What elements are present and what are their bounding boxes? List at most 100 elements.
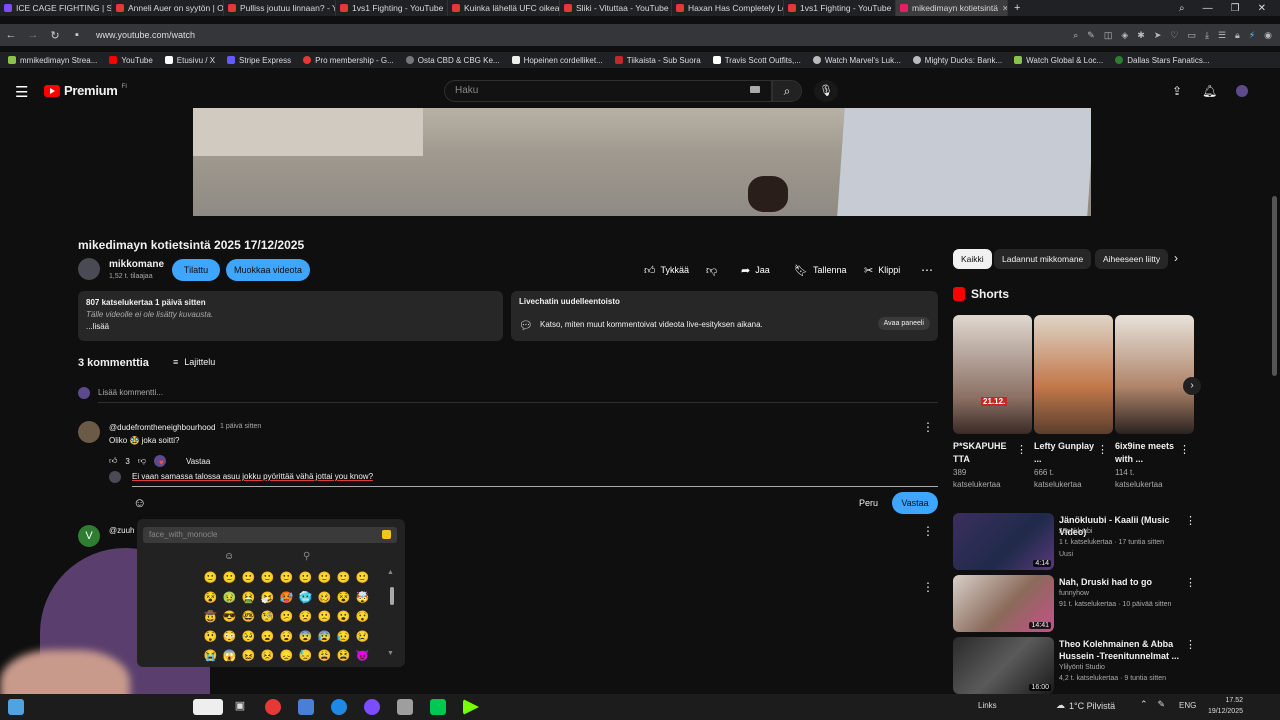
emoji-cell[interactable]: 😧 — [277, 630, 296, 650]
heart-icon[interactable]: ♡ — [1170, 30, 1178, 41]
emoji-cell[interactable]: 🙂 — [239, 571, 258, 591]
channel-avatar[interactable] — [78, 258, 100, 280]
browser-tab[interactable]: Sliki - Vituttaa - YouTube — [560, 0, 672, 16]
more-actions-button[interactable]: ⋯ — [921, 259, 933, 281]
short-thumbnail[interactable]: 21.12. — [953, 315, 1032, 434]
emoji-cell[interactable]: 😈 — [353, 649, 372, 667]
extension-icon[interactable]: ✱ — [1137, 30, 1145, 41]
pin-category-icon[interactable]: ⚲ — [303, 551, 310, 562]
emoji-cell[interactable]: 😕 — [277, 610, 296, 630]
youtube-premium-logo[interactable]: Premium FI — [44, 83, 127, 98]
bookmark-item[interactable]: YouTube — [109, 56, 153, 65]
emoji-cell[interactable]: 😓 — [296, 649, 315, 667]
minimize-icon[interactable]: — — [1203, 3, 1213, 14]
keyboard-icon[interactable] — [750, 86, 760, 93]
video-channel[interactable]: Jänökluubi — [1059, 528, 1092, 535]
forward-icon[interactable]: → — [22, 29, 44, 41]
emoji-scrollbar[interactable] — [390, 587, 394, 605]
browser-tab[interactable]: ICE CAGE FIGHTING | Sun — [0, 0, 112, 16]
channel-name[interactable]: mikkomane — [109, 259, 164, 270]
upload-icon[interactable]: ⇪ — [1172, 84, 1182, 98]
comment-time[interactable]: 1 päivä sitten — [220, 423, 261, 430]
emoji-cell[interactable]: 🙂 — [296, 571, 315, 591]
bookmark-item[interactable]: Stripe Express — [227, 56, 291, 65]
description-box[interactable]: 807 katselukertaa 1 päivä sitten Tälle v… — [78, 291, 503, 341]
emoji-cell[interactable]: 🙂 — [353, 571, 372, 591]
emoji-cell[interactable]: 😎 — [220, 610, 239, 630]
emoji-cell[interactable]: 😲 — [201, 630, 220, 650]
browser-tab[interactable]: 1vs1 Fighting - YouTube — [784, 0, 896, 16]
chip-uploaded-by[interactable]: Ladannut mikkomane — [994, 249, 1092, 269]
emoji-cell[interactable]: 😞 — [277, 649, 296, 667]
emoji-cell[interactable]: 🙂 — [315, 571, 334, 591]
emoji-icon[interactable]: ☺ — [133, 495, 146, 510]
bookmark-item[interactable]: Dallas Stars Fanatics... — [1115, 56, 1209, 65]
comment-more-icon[interactable]: ⋮ — [922, 580, 934, 594]
emoji-search-input[interactable]: face_with_monocle — [143, 527, 397, 543]
video-title[interactable]: Nah, Druski had to go — [1059, 576, 1184, 588]
bookmark-item[interactable]: Watch Global & Loc... — [1014, 56, 1103, 65]
page-scrollbar[interactable] — [1272, 196, 1277, 376]
bookmark-item[interactable]: Travis Scott Outfits,... — [712, 56, 801, 65]
chevron-right-icon[interactable]: › — [1183, 377, 1201, 395]
emoji-cell[interactable]: 😩 — [315, 649, 334, 667]
search-icon[interactable]: ⌕ — [1073, 30, 1078, 41]
video-player[interactable] — [193, 108, 1091, 216]
scroll-down-icon[interactable]: ▼ — [387, 650, 394, 657]
comment-author[interactable]: @dudefromtheneighbourhood — [109, 423, 215, 432]
creator-heart-icon[interactable] — [153, 455, 166, 467]
search-button[interactable]: ⌕ — [772, 80, 802, 102]
sort-button[interactable]: ≡ Lajittelu — [173, 357, 215, 367]
reload-icon[interactable]: ↻ — [44, 29, 66, 42]
comment-avatar[interactable] — [78, 421, 100, 443]
smiley-category-icon[interactable]: ☺ — [224, 551, 234, 562]
download-icon[interactable]: ⤓ — [1205, 30, 1209, 41]
bookmark-item[interactable]: Mighty Ducks: Bank... — [912, 56, 1002, 65]
account-avatar[interactable] — [1236, 85, 1248, 97]
dislike-button[interactable]: 👎︎ — [706, 259, 717, 281]
emoji-cell[interactable]: 😢 — [353, 630, 372, 650]
chip-related[interactable]: Aiheeseen liitty — [1095, 249, 1169, 269]
app-icon[interactable] — [463, 699, 479, 715]
video-thumbnail[interactable]: 4:14 — [953, 513, 1054, 570]
emoji-cell[interactable]: 🙁 — [315, 610, 334, 630]
browser-tab[interactable]: Pulliss joutuu linnaan? - Yo — [224, 0, 336, 16]
emoji-cell[interactable]: 😵 — [201, 591, 220, 611]
emoji-cell[interactable]: 🥴 — [315, 591, 334, 611]
subscribed-button[interactable]: Tilattu — [172, 259, 220, 281]
emoji-cell[interactable]: 🤠 — [201, 610, 220, 630]
emoji-cell[interactable]: 🤮 — [239, 591, 258, 611]
bookmark-item[interactable]: Watch Marvel's Luk... — [812, 56, 901, 65]
emoji-cell[interactable]: 🙂 — [220, 571, 239, 591]
comment-author[interactable]: @zuuh — [109, 526, 134, 535]
reply-submit-button[interactable]: Vastaa — [892, 492, 938, 514]
weather-widget[interactable]: ☁ 1°C Pilvistä — [1056, 700, 1115, 711]
emoji-cell[interactable]: 😫 — [334, 649, 353, 667]
lock-icon[interactable]: 🔒︎ — [1235, 30, 1240, 41]
close-window-icon[interactable]: ✕ — [1258, 3, 1266, 14]
notifications-bell-icon[interactable]: 🔔︎ — [1202, 84, 1217, 98]
clock[interactable]: 17.52 19/12/2025 — [1200, 695, 1243, 717]
short-title[interactable]: 6ix9ine meets with ... — [1115, 440, 1177, 466]
emoji-cell[interactable]: 😰 — [315, 630, 334, 650]
short-more-icon[interactable]: ⋮ — [1016, 443, 1027, 456]
video-more-icon[interactable]: ⋮ — [1185, 638, 1196, 651]
short-title[interactable]: Lefty Gunplay ... — [1034, 440, 1096, 466]
browser-tab-active[interactable]: mikedimayn kotietsintä✕ — [896, 0, 1008, 16]
menu-icon[interactable]: ☰ — [1218, 30, 1226, 41]
emoji-cell[interactable]: 😵 — [334, 591, 353, 611]
emoji-cell[interactable]: 😯 — [353, 610, 372, 630]
bookmark-item[interactable]: Osta CBD & CBG Ke... — [405, 56, 500, 65]
video-more-icon[interactable]: ⋮ — [1185, 514, 1196, 527]
emoji-cell[interactable]: 😭 — [201, 649, 220, 667]
show-more-link[interactable]: ...lisää — [86, 321, 495, 333]
emoji-cell[interactable]: 🙂 — [334, 571, 353, 591]
maximize-icon[interactable]: ❐ — [1231, 3, 1240, 14]
edit-icon[interactable]: ✎ — [1087, 30, 1095, 41]
shield-icon[interactable]: ◈ — [1121, 30, 1128, 41]
send-icon[interactable]: ➤ — [1154, 30, 1162, 41]
emoji-cell[interactable]: 🙂 — [201, 571, 220, 591]
search-tabs-icon[interactable]: ⌕ — [1179, 3, 1185, 14]
emoji-cell[interactable]: 🥺 — [239, 630, 258, 650]
emoji-cell[interactable]: 😱 — [220, 649, 239, 667]
